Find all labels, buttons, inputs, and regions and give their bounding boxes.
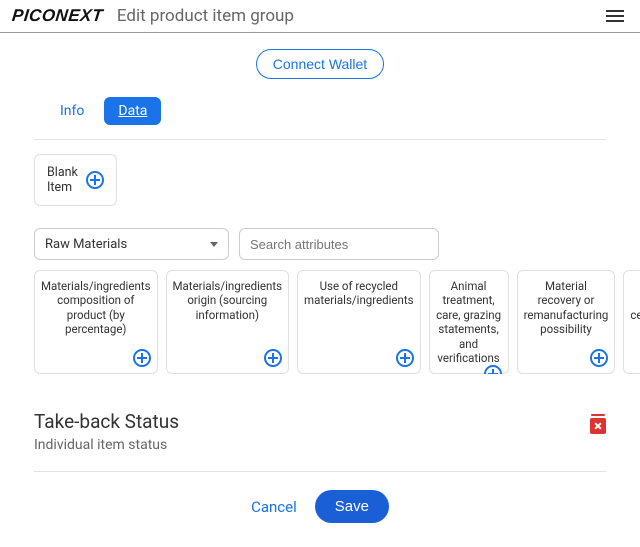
attribute-card: Use of recycled materials/ingredients: [297, 270, 421, 374]
attribute-label: Material recovery or remanufacturing pos…: [524, 279, 609, 337]
connect-wallet-button[interactable]: Connect Wallet: [256, 49, 384, 79]
attribute-card: Materials/ingredients composition of pro…: [34, 270, 158, 374]
page-title: Edit product item group: [117, 6, 294, 26]
attribute-label: Animal treatment, care, grazing statemen…: [436, 279, 502, 365]
tab-data[interactable]: Data: [104, 97, 161, 125]
tab-info[interactable]: Info: [46, 97, 98, 125]
menu-icon[interactable]: [602, 6, 628, 26]
add-attribute-icon[interactable]: [396, 349, 414, 367]
add-attribute-icon[interactable]: [484, 365, 502, 374]
category-select[interactable]: Raw Materials: [34, 228, 229, 260]
attribute-card: Material recovery or remanufacturing pos…: [517, 270, 616, 374]
footer: Cancel Save: [34, 471, 606, 523]
chevron-down-icon: [210, 242, 218, 247]
attribute-label: Use of recycled materials/ingredients: [304, 279, 414, 308]
divider: [34, 139, 606, 140]
add-attribute-icon[interactable]: [264, 349, 282, 367]
takeback-section: Take-back Status Individual item status: [34, 404, 606, 471]
add-blank-item-icon[interactable]: [86, 171, 104, 189]
delete-icon[interactable]: [590, 418, 606, 434]
attribute-label: Materials/ingredients composition of pro…: [41, 279, 151, 337]
section-subtitle: Individual item status: [34, 437, 179, 453]
attribute-label: Raw materials certifications: [630, 279, 640, 322]
search-input[interactable]: [239, 228, 439, 260]
cancel-button[interactable]: Cancel: [251, 498, 297, 516]
brand-logo: PICONEXT: [11, 6, 104, 26]
blank-item-card: Blank Item: [34, 154, 117, 206]
blank-item-label: Blank Item: [47, 165, 78, 195]
attribute-card: Raw materials certifications: [623, 270, 640, 374]
add-attribute-icon[interactable]: [133, 349, 151, 367]
attribute-card: Materials/ingredients origin (sourcing i…: [166, 270, 290, 374]
category-select-value: Raw Materials: [45, 237, 127, 252]
attribute-label: Materials/ingredients origin (sourcing i…: [173, 279, 283, 322]
top-bar: PICONEXT Edit product item group: [0, 0, 640, 33]
tabs: Info Data: [46, 97, 606, 125]
attribute-card: Animal treatment, care, grazing statemen…: [429, 270, 509, 374]
attribute-list: Materials/ingredients composition of pro…: [34, 270, 640, 374]
section-title: Take-back Status: [34, 410, 179, 433]
save-button[interactable]: Save: [315, 490, 389, 523]
add-attribute-icon[interactable]: [590, 349, 608, 367]
